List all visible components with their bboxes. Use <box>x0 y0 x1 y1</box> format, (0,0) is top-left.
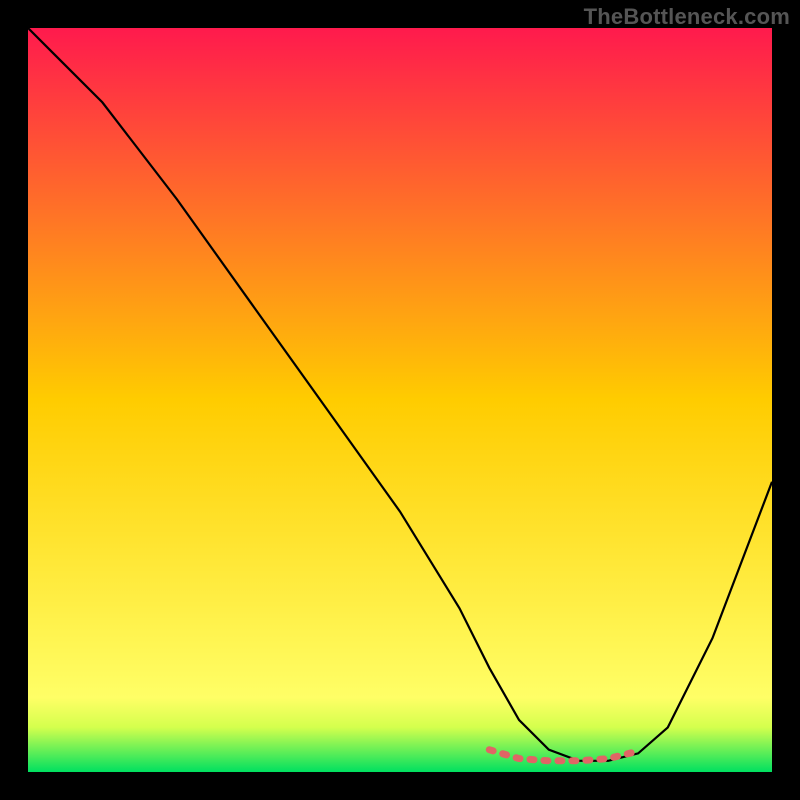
watermark-text: TheBottleneck.com <box>584 4 790 30</box>
gradient-background <box>28 28 772 772</box>
chart-svg <box>28 28 772 772</box>
chart-plot-area <box>28 28 772 772</box>
